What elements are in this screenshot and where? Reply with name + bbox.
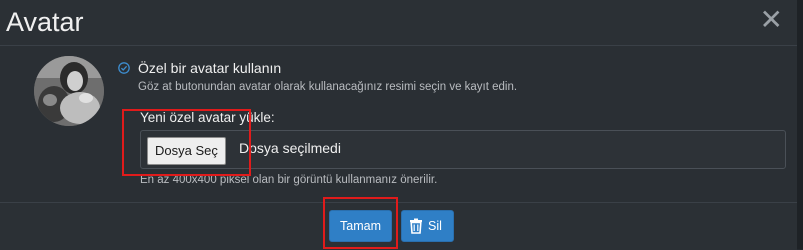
custom-avatar-label: Özel bir avatar kullanın [138, 60, 282, 76]
delete-button[interactable]: Sil [401, 210, 454, 242]
highlight-upload-box [122, 109, 251, 176]
close-icon[interactable]: ✕ [760, 6, 783, 34]
dialog-header: Avatar ✕ [0, 0, 797, 46]
radio-check-icon[interactable] [118, 62, 130, 74]
avatar-dialog: Avatar ✕ Özel bir avatar kullanın Göz at [0, 0, 797, 250]
scrollbar-track [797, 0, 803, 249]
custom-avatar-description: Göz at butonundan avatar olarak kullanac… [138, 81, 518, 93]
file-status: Dosya seçilmedi [239, 140, 341, 156]
dialog-footer: Tamam Sil [0, 202, 797, 250]
dialog-title: Avatar [6, 7, 84, 37]
trash-icon [410, 218, 422, 234]
delete-label: Sil [428, 219, 442, 233]
avatar [34, 56, 104, 126]
highlight-ok-button-box [323, 197, 398, 249]
dialog-body: Özel bir avatar kullanın Göz at butonund… [0, 46, 797, 201]
